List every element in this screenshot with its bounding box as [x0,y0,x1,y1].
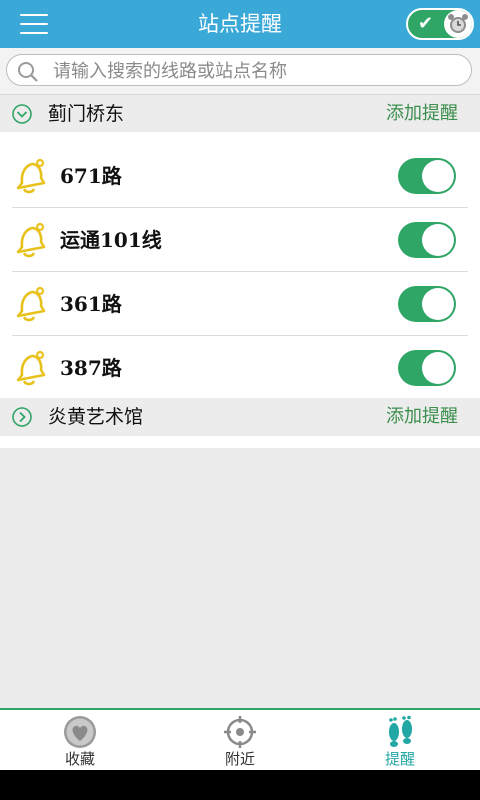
tab-reminders[interactable]: 提醒 [320,710,480,772]
route-name: 671路 [60,164,122,188]
section-divider [0,436,480,448]
toggle-knob [422,224,454,256]
route-list: 671路 运通101线 361路 387路 [0,132,480,398]
toggle-knob [422,352,454,384]
bell-icon [16,286,46,322]
alarm-master-toggle[interactable]: ✔ [406,8,474,40]
bell-icon [16,350,46,386]
route-reminder-toggle[interactable] [398,286,456,322]
toggle-knob [422,160,454,192]
search-bar [0,48,480,95]
bottom-nav: 收藏 附近 提醒 [0,708,480,772]
route-name: 387路 [60,356,122,380]
tab-label: 附近 [224,750,255,768]
tab-favorites[interactable]: 收藏 [0,710,160,772]
route-reminder-toggle[interactable] [398,350,456,386]
route-name: 运通101线 [60,228,162,252]
add-reminder-button[interactable]: 添加提醒 [386,398,458,436]
tab-label: 收藏 [64,750,95,768]
alarm-clock-icon [448,14,468,33]
route-item: 运通101线 [0,208,480,272]
station-header-1[interactable]: 蓟门桥东 添加提醒 [0,95,480,133]
search-icon [18,62,38,82]
bell-icon [16,158,46,194]
station-name: 炎黄艺术馆 [48,406,144,428]
chevron-down-icon[interactable] [12,104,32,124]
app-header: 站点提醒 ✔ [0,0,480,48]
heart-icon [64,716,96,748]
station-name: 蓟门桥东 [48,103,125,125]
route-item: 671路 [0,144,480,208]
add-reminder-button[interactable]: 添加提醒 [386,95,458,133]
route-reminder-toggle[interactable] [398,158,456,194]
target-icon [224,716,256,748]
chevron-right-icon[interactable] [12,407,32,427]
toggle-knob [444,10,472,38]
station-header-2[interactable]: 炎黄艺术馆 添加提醒 [0,398,480,436]
route-item: 387路 [0,336,480,400]
route-item: 361路 [0,272,480,336]
route-name: 361路 [60,292,122,316]
tab-label: 提醒 [384,750,415,768]
check-icon: ✔ [418,13,434,34]
bell-icon [16,222,46,258]
footprints-icon [389,715,412,747]
tab-nearby[interactable]: 附近 [160,710,320,772]
toggle-knob [422,288,454,320]
search-box[interactable] [6,54,472,86]
route-reminder-toggle[interactable] [398,222,456,258]
search-input[interactable] [51,57,455,85]
system-nav-bar [0,770,480,800]
